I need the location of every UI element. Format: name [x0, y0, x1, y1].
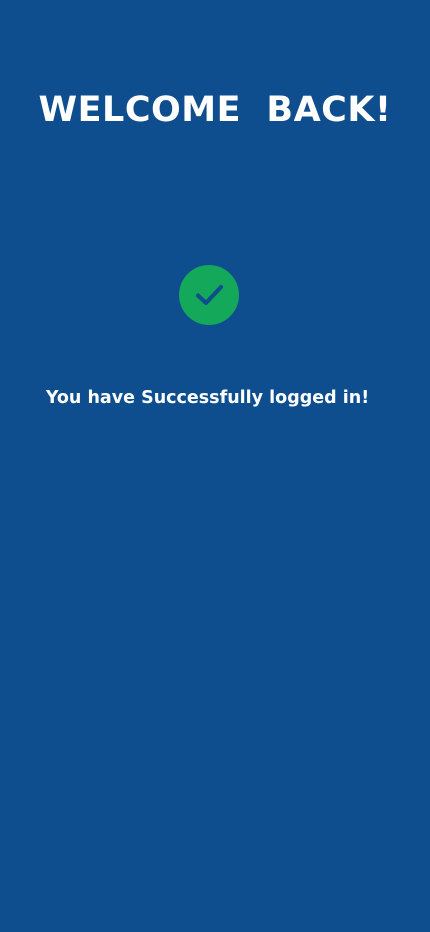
page-title: WELCOME BACK!	[38, 90, 392, 130]
success-message: You have Successfully logged in!	[45, 388, 370, 408]
checkmark-icon	[195, 284, 224, 306]
login-success-screen: WELCOME BACK! You have Successfully logg…	[0, 0, 430, 932]
check-circle-icon	[179, 265, 239, 325]
